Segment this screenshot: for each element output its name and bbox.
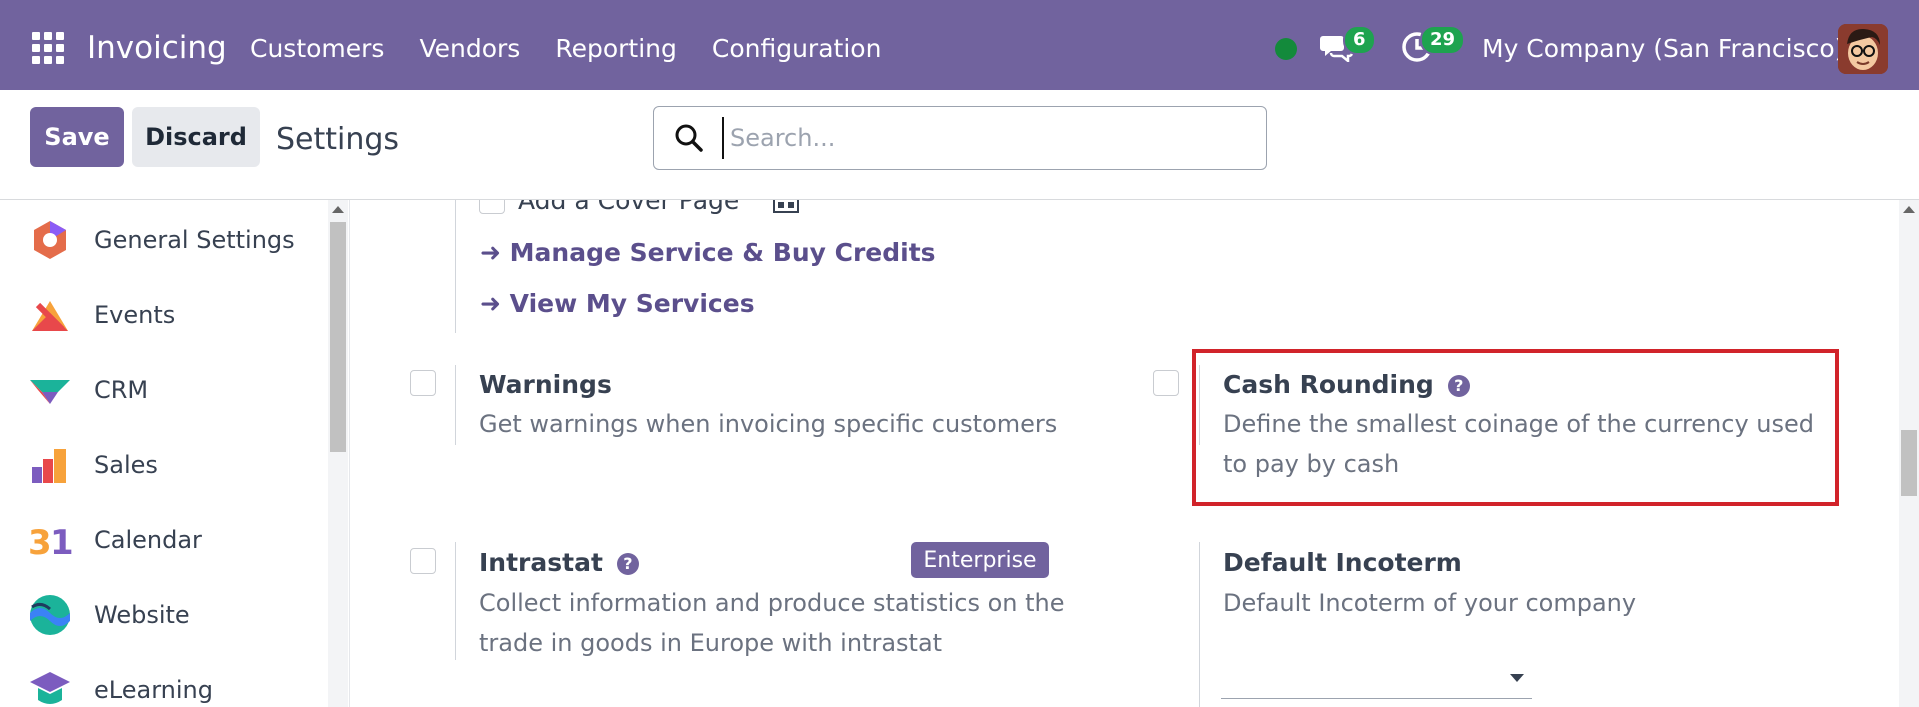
sidebar-scrollbar[interactable]	[328, 200, 348, 707]
scrollbar-thumb[interactable]	[1901, 430, 1917, 496]
sidebar-item-label: Events	[94, 301, 176, 329]
content-scrollbar[interactable]	[1899, 200, 1919, 707]
sidebar-item-label: CRM	[94, 376, 149, 404]
app-name[interactable]: Invoicing	[87, 30, 227, 66]
incoterm-description: Default Incoterm of your company	[1223, 589, 1637, 617]
activities-count-badge: 29	[1420, 25, 1466, 55]
chevron-down-icon[interactable]	[1510, 674, 1524, 682]
sidebar-item-label: General Settings	[94, 226, 295, 254]
sidebar-item-sales[interactable]: Sales	[28, 440, 158, 490]
top-navbar: Invoicing Customers Vendors Reporting Co…	[0, 0, 1919, 90]
arrow-right-icon: ➜	[480, 238, 510, 267]
menu-reporting[interactable]: Reporting	[555, 34, 677, 63]
arrow-right-icon: ➜	[480, 289, 510, 318]
website-icon	[28, 593, 72, 637]
cover-page-label: Add a Cover Page	[518, 200, 740, 215]
intrastat-checkbox[interactable]	[410, 548, 436, 574]
crm-icon	[28, 368, 72, 412]
sidebar-item-label: Sales	[94, 451, 158, 479]
manage-credits-link[interactable]: ➜ Manage Service & Buy Credits	[480, 238, 936, 267]
highlight-box	[1192, 349, 1839, 506]
scroll-up-arrow-icon[interactable]	[332, 206, 344, 213]
help-icon[interactable]: ?	[616, 553, 639, 575]
scroll-up-arrow-icon[interactable]	[1903, 206, 1915, 213]
settings-content: Add a Cover Page ➜ Manage Service & Buy …	[350, 200, 1899, 707]
view-services-link[interactable]: ➜ View My Services	[480, 289, 755, 318]
warnings-description: Get warnings when invoicing specific cus…	[479, 410, 1058, 438]
warnings-title: Warnings	[479, 370, 612, 399]
company-switcher[interactable]: My Company (San Francisco)	[1482, 34, 1844, 63]
intrastat-title: Intrastat?	[479, 548, 639, 577]
control-panel: Save Discard Settings	[0, 90, 1919, 200]
divider	[455, 365, 456, 445]
calendar-icon: 3 1	[28, 518, 74, 563]
sidebar-item-elearning[interactable]: eLearning	[28, 665, 213, 707]
settings-sidebar: General Settings Events CRM Sales 3 1 Ca…	[0, 200, 350, 707]
menu-customers[interactable]: Customers	[250, 34, 384, 63]
main-menu: Customers Vendors Reporting Configuratio…	[250, 34, 881, 63]
sidebar-item-general-settings[interactable]: General Settings	[28, 215, 295, 265]
messages-count-badge: 6	[1343, 25, 1376, 55]
sidebar-item-crm[interactable]: CRM	[28, 365, 148, 415]
events-icon	[28, 293, 72, 337]
divider	[455, 200, 456, 333]
incoterm-select[interactable]	[1221, 655, 1532, 699]
sidebar-item-label: Calendar	[94, 526, 202, 554]
elearning-icon	[28, 668, 72, 707]
incoterm-title: Default Incoterm	[1223, 548, 1462, 577]
divider	[1199, 542, 1200, 707]
sidebar-item-calendar[interactable]: 3 1 Calendar	[28, 515, 202, 565]
warnings-checkbox[interactable]	[410, 370, 436, 396]
page-title: Settings	[276, 122, 400, 157]
scrollbar-thumb[interactable]	[330, 222, 346, 452]
intrastat-description: Collect information and produce statisti…	[479, 589, 1065, 657]
sales-icon	[28, 443, 72, 487]
user-avatar[interactable]	[1838, 24, 1888, 74]
sidebar-item-label: eLearning	[94, 676, 213, 704]
menu-vendors[interactable]: Vendors	[419, 34, 520, 63]
sidebar-item-label: Website	[94, 601, 190, 629]
general-settings-icon	[28, 218, 72, 262]
enterprise-badge: Enterprise	[911, 542, 1049, 578]
cash-rounding-checkbox[interactable]	[1153, 370, 1179, 396]
cover-page-checkbox[interactable]	[479, 200, 505, 214]
divider	[455, 542, 456, 660]
menu-configuration[interactable]: Configuration	[712, 34, 882, 63]
svg-text:3: 3	[28, 523, 52, 562]
sidebar-item-events[interactable]: Events	[28, 290, 175, 340]
search-input[interactable]	[722, 117, 1242, 159]
sidebar-item-website[interactable]: Website	[28, 590, 190, 640]
search-box[interactable]	[653, 106, 1267, 170]
presence-status-icon[interactable]	[1275, 38, 1297, 60]
discard-button[interactable]: Discard	[132, 107, 260, 167]
apps-menu-icon[interactable]	[32, 32, 64, 64]
select-underline	[1221, 698, 1532, 699]
svg-text:1: 1	[50, 523, 72, 562]
save-button[interactable]: Save	[30, 107, 124, 167]
search-icon	[675, 124, 703, 152]
cover-page-preview-icon[interactable]	[772, 200, 800, 214]
